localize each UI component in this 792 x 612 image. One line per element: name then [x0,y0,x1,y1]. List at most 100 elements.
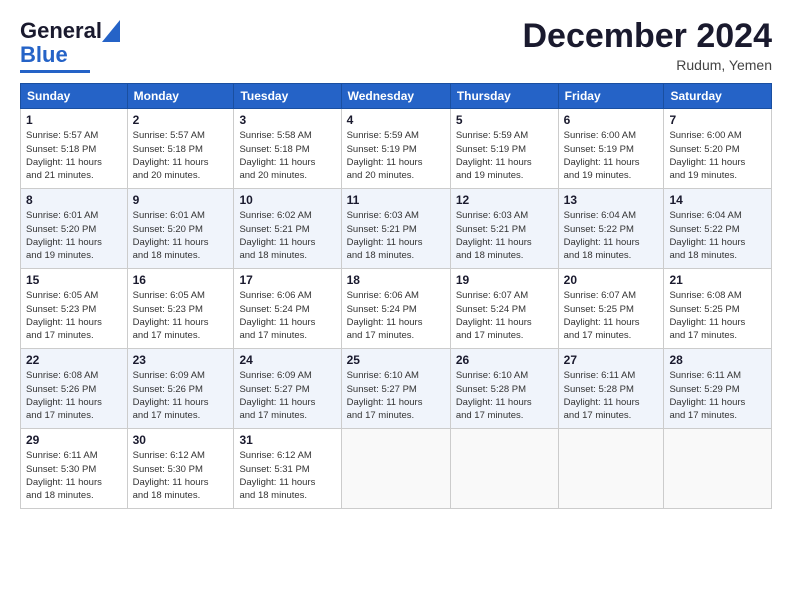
week-row-3: 15 Sunrise: 6:05 AM Sunset: 5:23 PM Dayligh… [21,269,772,349]
day-info-line: and 18 minutes. [26,489,122,502]
calendar-cell: 13Sunrise: 6:04 AMSunset: 5:22 PMDayligh… [558,189,664,269]
day-number: 28 [669,353,766,367]
calendar-cell: 19Sunrise: 6:07 AMSunset: 5:24 PMDayligh… [450,269,558,349]
day-info-line: Sunrise: 5:59 AM [347,129,445,142]
day-info-line: Sunset: 5:25 PM [564,303,659,316]
day-info-line: Daylight: 11 hours [564,316,659,329]
weekday-header-row: SundayMondayTuesdayWednesdayThursdayFrid… [21,84,772,109]
day-info-line: Daylight: 11 hours [133,156,229,169]
day-info: Sunrise: 6:06 AMSunset: 5:24 PMDaylight:… [239,289,335,342]
day-info-line: Sunset: 5:27 PM [347,383,445,396]
day-info-line: Daylight: 11 hours [26,236,122,249]
calendar-cell: 30Sunrise: 6:12 AMSunset: 5:30 PMDayligh… [127,429,234,509]
logo: General Blue [20,18,102,73]
day-info-line: Daylight: 11 hours [26,396,122,409]
week-row-4: 22Sunrise: 6:08 AMSunset: 5:26 PMDayligh… [21,349,772,429]
day-number: 18 [347,273,445,287]
day-info-line: and 17 minutes. [347,409,445,422]
day-number: 15 [26,273,122,287]
calendar-cell: 7Sunrise: 6:00 AMSunset: 5:20 PMDaylight… [664,109,772,189]
day-info: Sunrise: 6:11 AMSunset: 5:29 PMDaylight:… [669,369,766,422]
logo-underline [20,70,90,73]
day-info: Sunrise: 6:09 AMSunset: 5:26 PMDaylight:… [133,369,229,422]
day-info-line: and 17 minutes. [669,409,766,422]
day-info-line: Sunrise: 6:04 AM [669,209,766,222]
day-info: Sunrise: 6:12 AMSunset: 5:31 PMDaylight:… [239,449,335,502]
day-info-line: and 17 minutes. [669,329,766,342]
calendar-cell: 9Sunrise: 6:01 AMSunset: 5:20 PMDaylight… [127,189,234,269]
day-info-line: Daylight: 11 hours [456,316,553,329]
day-info-line: Sunrise: 6:11 AM [26,449,122,462]
day-info: Sunrise: 6:03 AMSunset: 5:21 PMDaylight:… [347,209,445,262]
day-info-line: Sunrise: 6:07 AM [564,289,659,302]
day-info: Sunrise: 6:04 AMSunset: 5:22 PMDaylight:… [564,209,659,262]
day-info-line: Sunset: 5:21 PM [239,223,335,236]
day-number: 17 [239,273,335,287]
month-title: December 2024 [522,18,772,55]
day-info-line: and 17 minutes. [347,329,445,342]
calendar-cell: 31Sunrise: 6:12 AMSunset: 5:31 PMDayligh… [234,429,341,509]
day-info-line: Sunrise: 6:05 AM [26,289,122,302]
location: Rudum, Yemen [522,57,772,73]
day-info-line: Daylight: 11 hours [669,316,766,329]
day-info-line: Sunset: 5:23 PM [133,303,229,316]
day-info-line: Sunrise: 5:58 AM [239,129,335,142]
day-info-line: Daylight: 11 hours [456,396,553,409]
day-info-line: Sunrise: 5:59 AM [456,129,553,142]
day-info: Sunrise: 6:00 AMSunset: 5:19 PMDaylight:… [564,129,659,182]
day-info-line: Sunrise: 6:04 AM [564,209,659,222]
day-info-line: and 21 minutes. [26,169,122,182]
day-info-line: Sunset: 5:31 PM [239,463,335,476]
day-info-line: Sunrise: 6:12 AM [239,449,335,462]
day-info-line: Daylight: 11 hours [347,316,445,329]
day-info-line: Sunset: 5:26 PM [133,383,229,396]
day-info-line: Sunset: 5:18 PM [133,143,229,156]
calendar-cell: 11 Sunrise: 6:03 AMSunset: 5:21 PMDayligh… [341,189,450,269]
day-info-line: and 17 minutes. [564,329,659,342]
calendar-header: SundayMondayTuesdayWednesdayThursdayFrid… [21,84,772,109]
day-info-line: Sunset: 5:24 PM [239,303,335,316]
day-info-line: and 18 minutes. [133,249,229,262]
day-info-line: Sunrise: 6:09 AM [133,369,229,382]
day-info-line: Daylight: 11 hours [239,236,335,249]
day-info-line: Sunrise: 6:10 AM [347,369,445,382]
calendar-cell: 29Sunrise: 6:11 AMSunset: 5:30 PMDayligh… [21,429,128,509]
day-info-line: and 19 minutes. [26,249,122,262]
weekday-header-tuesday: Tuesday [234,84,341,109]
day-number: 10 [239,193,335,207]
weekday-header-sunday: Sunday [21,84,128,109]
day-info-line: and 17 minutes. [456,409,553,422]
title-block: December 2024 Rudum, Yemen [522,18,772,73]
calendar-cell: 8Sunrise: 6:01 AMSunset: 5:20 PMDaylight… [21,189,128,269]
day-info-line: Daylight: 11 hours [133,476,229,489]
day-info-line: Sunset: 5:28 PM [456,383,553,396]
day-info-line: Daylight: 11 hours [456,236,553,249]
calendar-cell: 10Sunrise: 6:02 AMSunset: 5:21 PMDayligh… [234,189,341,269]
day-number: 22 [26,353,122,367]
day-number: 11 [347,193,445,207]
day-info: Sunrise: 6:01 AMSunset: 5:20 PMDaylight:… [26,209,122,262]
day-info-line: Sunrise: 6:08 AM [26,369,122,382]
day-info-line: and 19 minutes. [564,169,659,182]
calendar-cell: 6Sunrise: 6:00 AMSunset: 5:19 PMDaylight… [558,109,664,189]
page: General Blue December 2024 Rudum, Yemen … [0,0,792,612]
day-info-line: and 17 minutes. [133,329,229,342]
day-info-line: Sunset: 5:20 PM [669,143,766,156]
day-info-line: and 18 minutes. [239,489,335,502]
day-number: 14 [669,193,766,207]
day-info-line: Daylight: 11 hours [133,396,229,409]
day-info-line: Daylight: 11 hours [239,156,335,169]
day-info-line: and 19 minutes. [456,169,553,182]
day-info: Sunrise: 6:00 AMSunset: 5:20 PMDaylight:… [669,129,766,182]
day-info-line: and 20 minutes. [347,169,445,182]
day-info-line: Sunrise: 6:11 AM [669,369,766,382]
day-info-line: Sunrise: 6:07 AM [456,289,553,302]
logo-arrow-icon [102,20,120,42]
calendar-cell: 1Sunrise: 5:57 AMSunset: 5:18 PMDaylight… [21,109,128,189]
day-info: Sunrise: 6:07 AMSunset: 5:24 PMDaylight:… [456,289,553,342]
day-info-line: Daylight: 11 hours [564,236,659,249]
day-info-line: Sunrise: 6:10 AM [456,369,553,382]
weekday-header-monday: Monday [127,84,234,109]
week-row-1: 1Sunrise: 5:57 AMSunset: 5:18 PMDaylight… [21,109,772,189]
day-info: Sunrise: 5:58 AMSunset: 5:18 PMDaylight:… [239,129,335,182]
